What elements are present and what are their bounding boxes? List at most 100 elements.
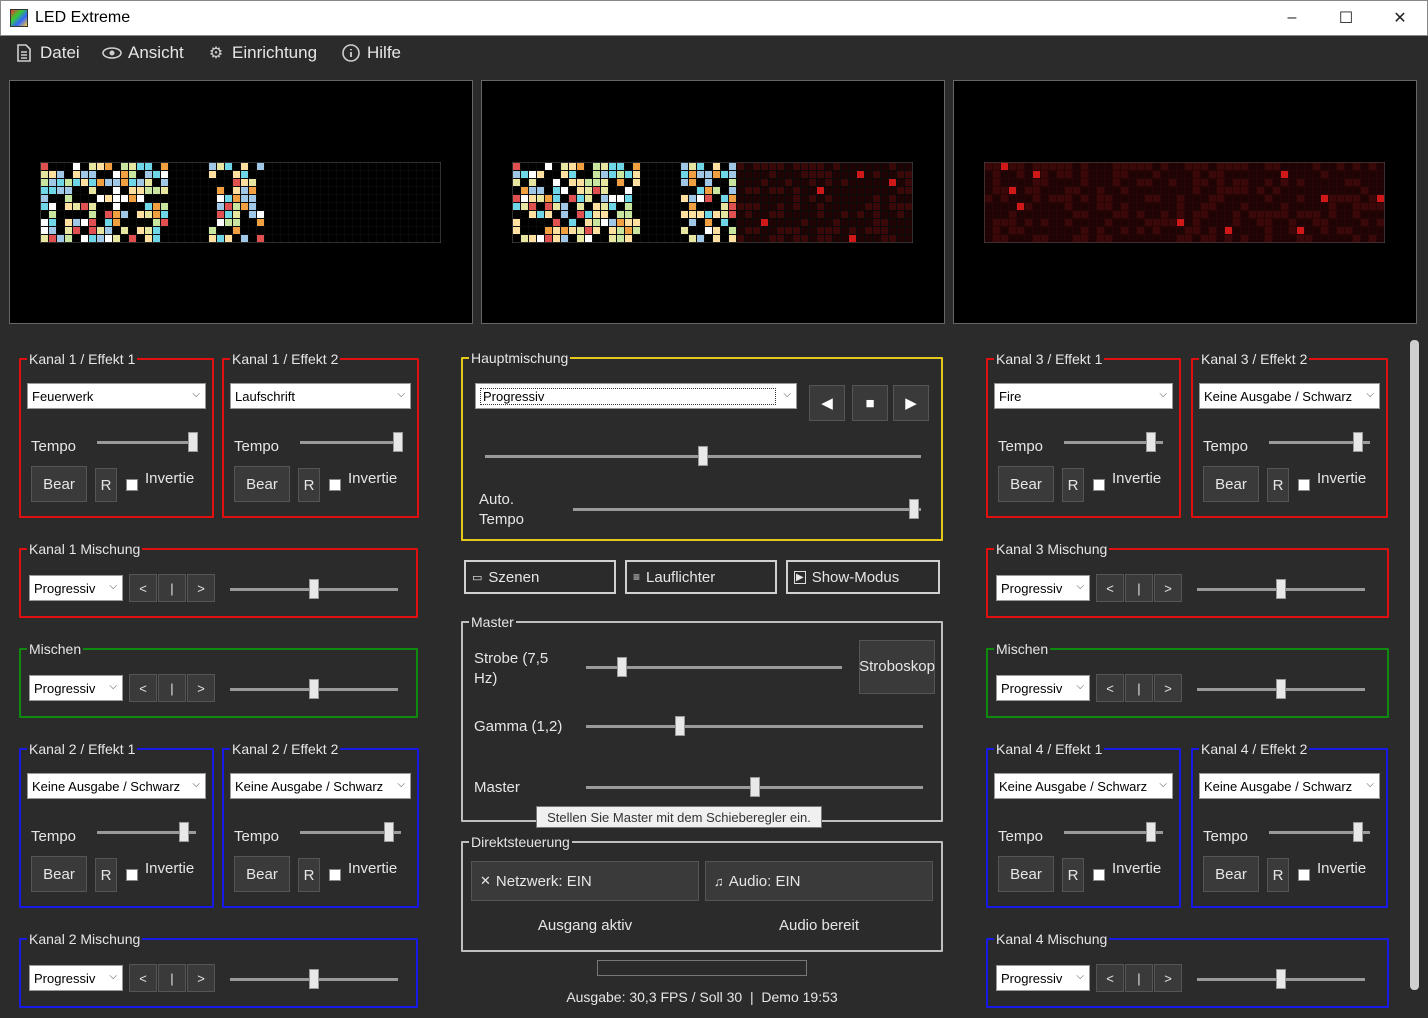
- mix-next-button[interactable]: >: [187, 674, 215, 702]
- mix-select[interactable]: Progressiv ⌵: [996, 675, 1090, 701]
- tempo-slider[interactable]: [97, 432, 199, 452]
- slider-thumb[interactable]: [1146, 822, 1157, 842]
- slider-thumb[interactable]: [309, 969, 319, 989]
- mix-select[interactable]: Progressiv ⌵: [29, 675, 123, 701]
- slider-thumb[interactable]: [1352, 822, 1363, 842]
- scenes-button[interactable]: ▭ Szenen: [464, 560, 616, 594]
- bear-button[interactable]: Bear: [234, 856, 290, 892]
- menu-ansicht[interactable]: Ansicht: [102, 42, 184, 64]
- mix-center-button[interactable]: |: [1125, 574, 1153, 602]
- mix-next-button[interactable]: >: [187, 574, 215, 602]
- mix-center-button[interactable]: |: [158, 964, 186, 992]
- slider-thumb[interactable]: [675, 716, 686, 736]
- play-button[interactable]: ▶: [893, 385, 929, 421]
- mix-center-button[interactable]: |: [158, 574, 186, 602]
- mix-center-button[interactable]: |: [1125, 964, 1153, 992]
- effect-select[interactable]: Laufschrift ⌵: [230, 383, 411, 409]
- mix-slider[interactable]: [230, 969, 398, 989]
- tempo-slider[interactable]: [97, 822, 196, 842]
- mix-select[interactable]: Progressiv ⌵: [29, 575, 123, 601]
- mix-slider[interactable]: [1197, 679, 1365, 699]
- lauflichter-button[interactable]: ≡ Lauflichter: [625, 560, 777, 594]
- slider-thumb[interactable]: [1352, 432, 1363, 452]
- mix-slider[interactable]: [1197, 969, 1365, 989]
- mix-next-button[interactable]: >: [187, 964, 215, 992]
- invert-checkbox[interactable]: [126, 869, 138, 881]
- effect-select[interactable]: Feuerwerk ⌵: [27, 383, 206, 409]
- bear-button[interactable]: Bear: [1203, 466, 1259, 502]
- mix-prev-button[interactable]: <: [129, 574, 157, 602]
- tempo-slider[interactable]: [1064, 432, 1163, 452]
- slider-thumb[interactable]: [1276, 969, 1286, 989]
- auto-tempo-slider[interactable]: [573, 499, 921, 519]
- main-mix-select[interactable]: Progressiv ⌵: [475, 383, 797, 409]
- mix-center-button[interactable]: |: [158, 674, 186, 702]
- mix-next-button[interactable]: >: [1154, 574, 1182, 602]
- slider-thumb[interactable]: [749, 777, 760, 797]
- bear-button[interactable]: Bear: [234, 466, 290, 502]
- tempo-slider[interactable]: [300, 432, 403, 452]
- scrollbar-thumb[interactable]: [1410, 340, 1419, 990]
- slider-thumb[interactable]: [188, 432, 199, 452]
- bear-button[interactable]: Bear: [998, 466, 1054, 502]
- bear-button[interactable]: Bear: [31, 856, 87, 892]
- mix-prev-button[interactable]: <: [1096, 574, 1124, 602]
- slider-thumb[interactable]: [698, 446, 708, 466]
- title-bar[interactable]: LED Extreme – ☐ ✕: [0, 0, 1428, 36]
- strobe-slider[interactable]: [586, 657, 842, 677]
- prev-button[interactable]: ◀: [809, 385, 845, 421]
- close-button[interactable]: ✕: [1373, 1, 1427, 35]
- gamma-slider[interactable]: [586, 716, 923, 736]
- menu-einrichtung[interactable]: ⚙ Einrichtung: [206, 42, 317, 64]
- master-slider[interactable]: [586, 777, 923, 797]
- mix-select[interactable]: Progressiv ⌵: [996, 965, 1090, 991]
- reset-button[interactable]: R: [298, 468, 320, 502]
- slider-thumb[interactable]: [1146, 432, 1157, 452]
- invert-checkbox[interactable]: [1298, 479, 1310, 491]
- mix-prev-button[interactable]: <: [129, 674, 157, 702]
- menu-datei[interactable]: Datei: [14, 42, 80, 64]
- bear-button[interactable]: Bear: [998, 856, 1054, 892]
- tempo-slider[interactable]: [1269, 822, 1370, 842]
- tempo-slider[interactable]: [1064, 822, 1163, 842]
- tempo-slider[interactable]: [300, 822, 401, 842]
- effect-select[interactable]: Fire ⌵: [994, 383, 1173, 409]
- slider-thumb[interactable]: [1276, 679, 1286, 699]
- mix-prev-button[interactable]: <: [129, 964, 157, 992]
- slider-thumb[interactable]: [383, 822, 394, 842]
- invert-checkbox[interactable]: [1093, 869, 1105, 881]
- effect-select[interactable]: Keine Ausgabe / Schwarz ⌵: [1199, 773, 1380, 799]
- mix-select[interactable]: Progressiv ⌵: [29, 965, 123, 991]
- mix-select[interactable]: Progressiv ⌵: [996, 575, 1090, 601]
- stroboskop-button[interactable]: Stroboskop: [859, 640, 935, 694]
- reset-button[interactable]: R: [298, 858, 320, 892]
- reset-button[interactable]: R: [1267, 468, 1289, 502]
- invert-checkbox[interactable]: [126, 479, 138, 491]
- invert-checkbox[interactable]: [329, 869, 341, 881]
- audio-button[interactable]: ♫ Audio: EIN: [705, 861, 933, 901]
- reset-button[interactable]: R: [1062, 468, 1084, 502]
- maximize-button[interactable]: ☐: [1319, 1, 1373, 35]
- invert-checkbox[interactable]: [1298, 869, 1310, 881]
- slider-thumb[interactable]: [616, 657, 627, 677]
- slider-thumb[interactable]: [309, 579, 319, 599]
- slider-thumb[interactable]: [1276, 579, 1286, 599]
- mix-next-button[interactable]: >: [1154, 964, 1182, 992]
- bear-button[interactable]: Bear: [1203, 856, 1259, 892]
- mix-slider[interactable]: [230, 679, 398, 699]
- menu-hilfe[interactable]: Hilfe: [341, 42, 401, 64]
- mix-next-button[interactable]: >: [1154, 674, 1182, 702]
- effect-select[interactable]: Keine Ausgabe / Schwarz ⌵: [1199, 383, 1380, 409]
- network-button[interactable]: ✕ Netzwerk: EIN: [471, 861, 699, 901]
- mix-prev-button[interactable]: <: [1096, 964, 1124, 992]
- reset-button[interactable]: R: [95, 468, 117, 502]
- reset-button[interactable]: R: [95, 858, 117, 892]
- reset-button[interactable]: R: [1062, 858, 1084, 892]
- main-mix-slider[interactable]: [485, 446, 921, 466]
- mix-slider[interactable]: [230, 579, 398, 599]
- effect-select[interactable]: Keine Ausgabe / Schwarz ⌵: [994, 773, 1173, 799]
- mix-center-button[interactable]: |: [1125, 674, 1153, 702]
- minimize-button[interactable]: –: [1265, 1, 1319, 35]
- tempo-slider[interactable]: [1269, 432, 1370, 452]
- slider-thumb[interactable]: [392, 432, 403, 452]
